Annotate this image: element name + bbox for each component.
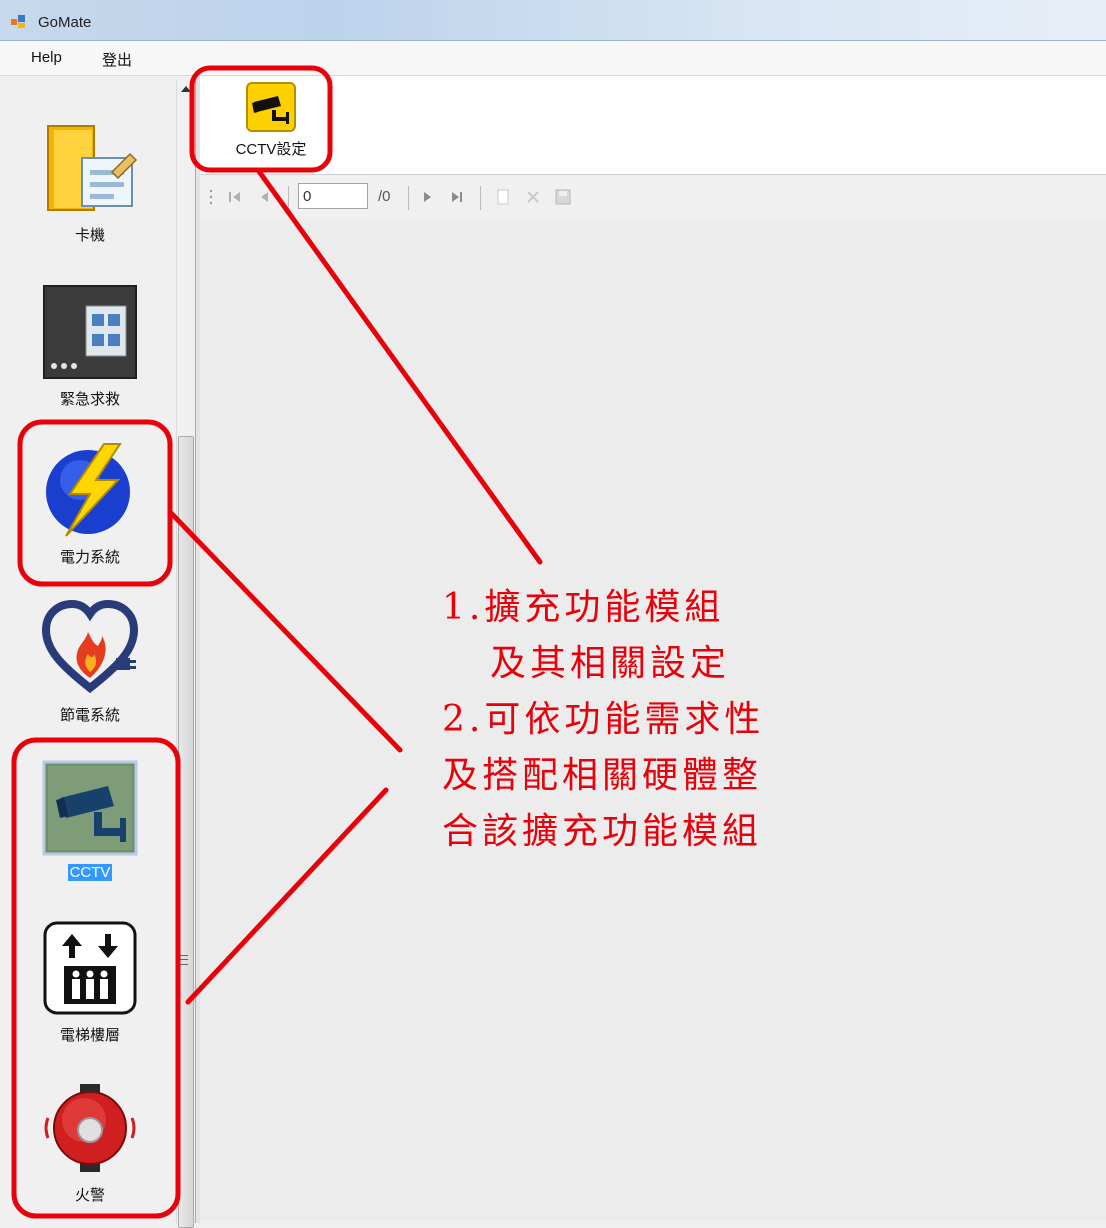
app-icon: [11, 15, 25, 28]
sidebar-item-label: 緊急求救: [59, 391, 120, 408]
sidebar-item-elevator[interactable]: 電梯樓層: [10, 920, 170, 1045]
sidebar-item-label: 電梯樓層: [59, 1027, 120, 1044]
move-previous-icon[interactable]: [256, 188, 274, 206]
sidebar-item-emergency[interactable]: 緊急求救: [10, 284, 170, 409]
move-last-icon[interactable]: [448, 188, 466, 206]
cctv-settings-button[interactable]: CCTV設定: [216, 82, 326, 159]
annotation-line: 合該擴充功能模組: [442, 811, 763, 852]
toolbar-grip-icon: [209, 189, 213, 205]
annotation-line: 1.擴充功能模組: [442, 587, 725, 628]
cctv-settings-label: CCTV設定: [235, 141, 307, 158]
record-navigator: /0: [200, 176, 1106, 220]
sidebar-item-cctv[interactable]: CCTV: [10, 760, 170, 881]
sidebar-item-label: 電力系統: [59, 549, 120, 566]
lightning-icon: [46, 443, 130, 537]
delete-icon[interactable]: [524, 188, 542, 206]
module-tool-panel: CCTV設定: [200, 76, 1106, 175]
scrollbar-grip-icon: [180, 955, 188, 965]
sidebar-scrollbar[interactable]: [176, 80, 195, 1228]
toolbar-separator: [480, 186, 481, 210]
sidebar-item-label: 卡機: [74, 227, 105, 244]
cctv-camera-icon: [42, 760, 138, 856]
heart-flame-plug-icon: [41, 599, 139, 694]
sidebar-item-power[interactable]: 電力系統: [10, 442, 170, 567]
elevator-icon: [43, 921, 137, 1015]
annotation-line: 及搭配相關硬體整: [442, 755, 763, 796]
sidebar-item-label: 火警: [74, 1187, 105, 1204]
alarm-bell-icon: [44, 1084, 136, 1172]
door-form-icon: [47, 125, 138, 211]
scrollbar-thumb[interactable]: [178, 436, 194, 1228]
move-first-icon[interactable]: [226, 188, 244, 206]
menu-bar: Help 登出: [0, 41, 1106, 76]
annotation-line: 及其相關設定: [490, 643, 731, 684]
annotation-line: 2.可依功能需求性: [442, 699, 765, 740]
menu-help[interactable]: Help: [31, 49, 62, 66]
sidebar-item-card-reader[interactable]: 卡機: [10, 120, 170, 245]
control-panel-icon: [43, 285, 137, 379]
position-input[interactable]: [298, 183, 368, 209]
sidebar: 卡機 緊急求救 電力系統 節電系統 CCTV 電梯樓層 火警: [0, 76, 176, 1223]
toolbar-separator: [408, 186, 409, 210]
window-title: GoMate: [38, 14, 92, 31]
cctv-settings-icon: [246, 82, 296, 132]
menu-logout[interactable]: 登出: [102, 49, 132, 70]
sidebar-item-label: CCTV: [67, 864, 113, 881]
sidebar-item-label: 節電系統: [59, 707, 120, 724]
scroll-up-icon[interactable]: [181, 86, 191, 92]
window-title-bar: GoMate: [0, 0, 1106, 41]
record-count: /0: [378, 188, 391, 205]
annotation-note: 1.擴充功能模組 及其相關設定 2.可依功能需求性 及搭配相關硬體整 合該擴充功…: [442, 580, 882, 860]
sidebar-item-fire-alarm[interactable]: 火警: [10, 1080, 170, 1205]
add-new-icon[interactable]: [494, 188, 512, 206]
toolbar-separator: [288, 186, 289, 210]
move-next-icon[interactable]: [418, 188, 436, 206]
save-icon[interactable]: [554, 188, 572, 206]
sidebar-item-energy-saving[interactable]: 節電系統: [10, 599, 170, 725]
